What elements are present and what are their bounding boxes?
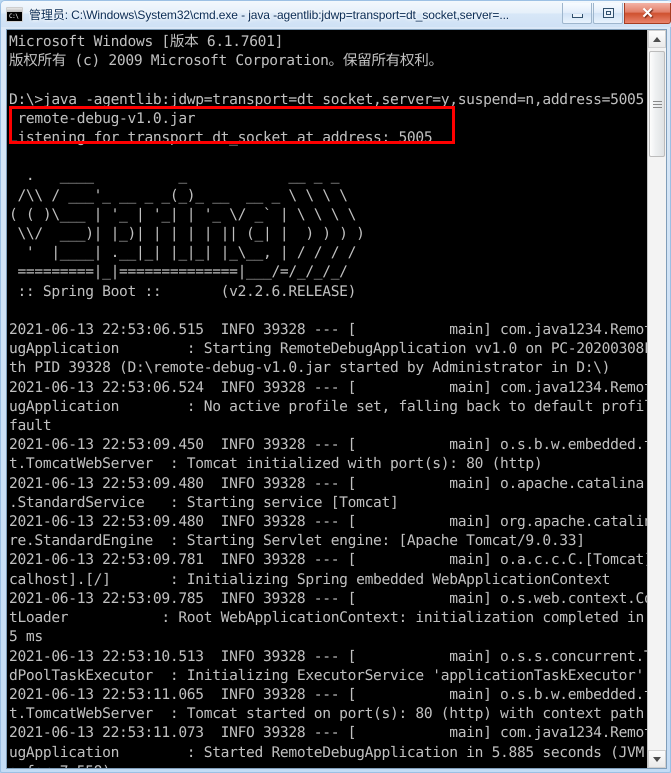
- console-scrollbar[interactable]: [647, 30, 666, 768]
- arrow-up-icon: [653, 36, 661, 42]
- close-icon: ✕: [641, 4, 654, 22]
- cmd-window: C:\ 管理员: C:\Windows\System32\cmd.exe - j…: [0, 0, 671, 773]
- close-button[interactable]: ✕: [624, 3, 671, 24]
- title-bar[interactable]: C:\ 管理员: C:\Windows\System32\cmd.exe - j…: [1, 1, 671, 27]
- scrollbar-thumb[interactable]: [649, 51, 665, 157]
- cmd-console-icon: C:\: [6, 6, 23, 22]
- console-output-text: Microsoft Windows [版本 6.1.7601] 版权所有 (c)…: [9, 33, 647, 768]
- scrollbar-track[interactable]: [648, 48, 666, 750]
- maximize-restore-button[interactable]: [593, 3, 623, 24]
- window-title: 管理员: C:\Windows\System32\cmd.exe - java …: [29, 7, 510, 22]
- minimize-icon: [571, 13, 583, 18]
- caption-buttons: ✕: [561, 3, 671, 25]
- maximize-icon: [602, 8, 614, 18]
- grip-icon: [652, 100, 662, 108]
- scroll-up-button[interactable]: [648, 30, 666, 48]
- scroll-down-button[interactable]: [648, 750, 666, 768]
- icon-titlebar-strip: [7, 7, 22, 12]
- icon-prompt-text: C:\: [9, 12, 19, 20]
- console-screen[interactable]: Microsoft Windows [版本 6.1.7601] 版权所有 (c)…: [7, 30, 647, 768]
- console-client-area: Microsoft Windows [版本 6.1.7601] 版权所有 (c)…: [6, 29, 667, 769]
- arrow-down-icon: [653, 756, 661, 762]
- minimize-button[interactable]: [562, 3, 592, 24]
